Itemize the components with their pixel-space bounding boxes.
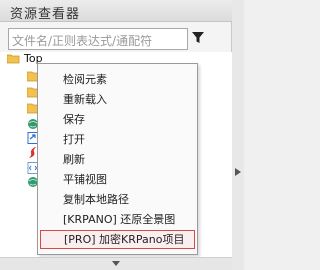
menu-item-refresh[interactable]: 刷新 — [38, 150, 197, 169]
filter-icon[interactable] — [192, 32, 204, 44]
vertical-scrollbar[interactable] — [232, 0, 244, 270]
search-input[interactable]: 文件名/正则表达式/通配符 — [8, 28, 188, 50]
chevron-down-icon[interactable] — [112, 261, 120, 267]
menu-item-copy-local-path[interactable]: 复制本地路径 — [38, 190, 197, 209]
chevron-right-icon[interactable] — [235, 168, 241, 176]
folder-open-icon — [7, 54, 20, 64]
context-menu: 检阅元素 重新载入 保存 打开 刷新 平铺视图 复制本地路径 [KRPANO] … — [37, 63, 198, 255]
panel-title: 资源查看器 — [10, 7, 81, 22]
menu-item-pro-encrypt-krpano-project[interactable]: [PRO] 加密KRPano项目 — [40, 230, 195, 249]
menu-item-open[interactable]: 打开 — [38, 130, 197, 149]
menu-item-save[interactable]: 保存 — [38, 110, 197, 129]
menu-item-tile-view[interactable]: 平铺视图 — [38, 170, 197, 189]
panel-titlebar: 资源查看器 — [0, 0, 232, 22]
menu-item-inspect-element[interactable]: 检阅元素 — [38, 70, 197, 89]
menu-item-krpano-restore-panorama[interactable]: [KRPANO] 还原全景图 — [38, 210, 197, 229]
resource-viewer-panel: 资源查看器 文件名/正则表达式/通配符 Top 检阅元素 重新载入 保存 打开 … — [0, 0, 232, 270]
bottom-scroll-bar[interactable] — [0, 257, 232, 270]
menu-item-reload[interactable]: 重新载入 — [38, 90, 197, 109]
